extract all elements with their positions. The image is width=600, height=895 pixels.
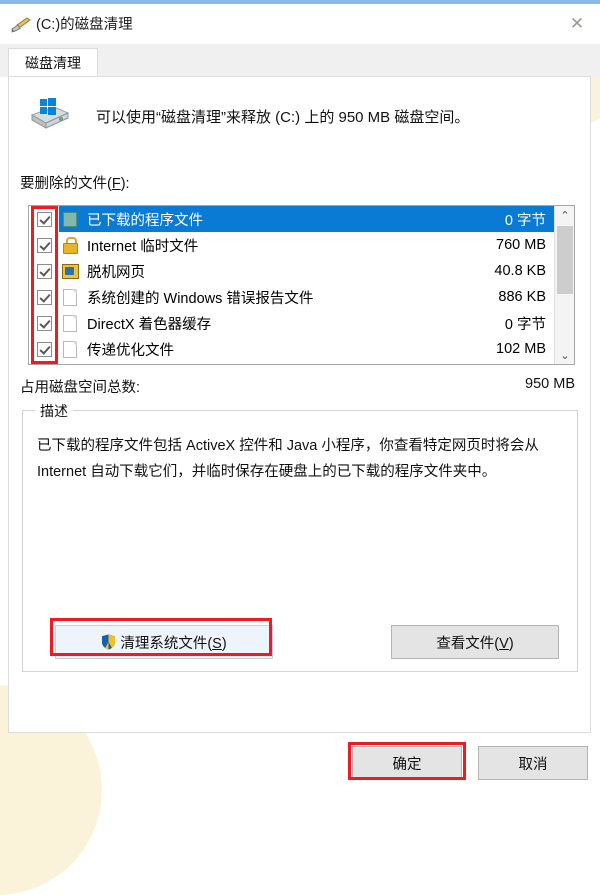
- list-item-name: 已下载的程序文件: [87, 212, 203, 229]
- clean-system-files-label: 清理系统文件(S): [120, 632, 226, 653]
- list-item-checkbox-cell[interactable]: [29, 341, 59, 357]
- list-item-body[interactable]: DirectX 着色器缓存 0 字节: [59, 310, 554, 336]
- list-item-checkbox[interactable]: [36, 315, 52, 331]
- list-item-body[interactable]: 传递优化文件 102 MB: [59, 336, 554, 362]
- files-label-suffix: ):: [120, 176, 130, 192]
- list-item-checkbox-cell[interactable]: [29, 211, 59, 227]
- tab-strip: 磁盘清理: [0, 44, 600, 78]
- view-files-button[interactable]: 查看文件(V): [391, 625, 559, 659]
- list-item-size: 102 MB: [496, 341, 546, 357]
- list-item-checkbox-cell[interactable]: [29, 289, 59, 305]
- list-item-checkbox[interactable]: [36, 237, 52, 253]
- scroll-up-icon[interactable]: ⌃: [555, 206, 574, 224]
- total-space-label: 占用磁盘空间总数:: [20, 380, 141, 396]
- clean-system-files-suffix: ): [221, 635, 227, 652]
- close-icon: ✕: [569, 13, 585, 34]
- program-file-icon: [59, 210, 81, 228]
- page-icon: [59, 288, 81, 306]
- scroll-down-icon[interactable]: ⌄: [555, 346, 574, 364]
- list-item-checkbox[interactable]: [36, 341, 52, 357]
- list-item-name: 系统创建的 Windows 错误报告文件: [87, 290, 314, 307]
- file-list: 已下载的程序文件 0 字节 Internet 临时文件 760 MB 脱机网页 …: [29, 206, 554, 364]
- list-item-size: 40.8 KB: [494, 263, 546, 279]
- offline-pages-icon: [59, 262, 81, 280]
- view-files-accelerator: V: [499, 635, 509, 652]
- list-item-name: 脱机网页: [87, 264, 145, 281]
- files-label-accelerator: F: [111, 176, 121, 192]
- description-group: 描述 已下载的程序文件包括 ActiveX 控件和 Java 小程序，你查看特定…: [22, 401, 578, 672]
- close-button[interactable]: ✕: [554, 4, 600, 44]
- description-legend: 描述: [35, 401, 73, 421]
- list-item[interactable]: 系统创建的 Windows 错误报告文件 886 KB: [29, 284, 554, 310]
- list-item-size: 760 MB: [496, 237, 546, 253]
- list-scrollbar[interactable]: ⌃ ⌄: [554, 206, 574, 364]
- description-text: 已下载的程序文件包括 ActiveX 控件和 Java 小程序，你查看特定网页时…: [37, 438, 539, 480]
- disk-cleanup-window: (C:)的磁盘清理 ✕ 磁盘清理 可以使用“磁盘清理”来释放 (C:) 上的 9…: [0, 0, 600, 780]
- cancel-button[interactable]: 取消: [478, 746, 588, 780]
- list-item-name: 传递优化文件: [87, 342, 174, 359]
- list-item-checkbox[interactable]: [36, 263, 52, 279]
- ok-button[interactable]: 确定: [352, 746, 462, 780]
- lock-icon: [59, 236, 81, 254]
- list-item-name: Internet 临时文件: [87, 238, 199, 255]
- clean-system-files-button[interactable]: 清理系统文件(S): [55, 625, 273, 659]
- list-item-name: DirectX 着色器缓存: [87, 316, 212, 333]
- list-item[interactable]: 已下载的程序文件 0 字节: [29, 206, 554, 232]
- list-item-body[interactable]: 已下载的程序文件 0 字节: [59, 206, 554, 232]
- list-item-body[interactable]: 脱机网页 40.8 KB: [59, 258, 554, 284]
- list-item-checkbox[interactable]: [36, 289, 52, 305]
- page-icon: [59, 340, 81, 358]
- view-files-label: 查看文件(V): [436, 632, 513, 653]
- list-item[interactable]: Internet 临时文件 760 MB: [29, 232, 554, 258]
- view-files-suffix: ): [508, 635, 514, 652]
- header-message: 可以使用“磁盘清理”来释放 (C:) 上的 950 MB 磁盘空间。: [96, 109, 470, 126]
- list-item[interactable]: 脱机网页 40.8 KB: [29, 258, 554, 284]
- list-item[interactable]: 传递优化文件 102 MB: [29, 336, 554, 362]
- total-space-value: 950 MB: [525, 376, 575, 392]
- list-item[interactable]: DirectX 着色器缓存 0 字节: [29, 310, 554, 336]
- view-files-prefix: 查看文件(: [436, 635, 500, 652]
- title-bar: (C:)的磁盘清理 ✕: [0, 4, 600, 44]
- disk-drive-icon: [28, 97, 72, 133]
- list-item-checkbox-cell[interactable]: [29, 315, 59, 331]
- list-item-size: 0 字节: [504, 316, 546, 333]
- list-item-checkbox-cell[interactable]: [29, 263, 59, 279]
- files-to-delete-label: 要删除的文件(F):: [20, 172, 130, 193]
- scrollbar-thumb[interactable]: [557, 226, 573, 294]
- clean-system-files-prefix: 清理系统文件(: [120, 635, 213, 652]
- files-label-prefix: 要删除的文件(: [20, 176, 112, 192]
- page-icon: [59, 314, 81, 332]
- list-item-checkbox[interactable]: [36, 211, 52, 227]
- list-item-body[interactable]: 系统创建的 Windows 错误报告文件 886 KB: [59, 284, 554, 310]
- window-title: (C:)的磁盘清理: [36, 17, 133, 33]
- list-item-size: 886 KB: [498, 289, 546, 305]
- uac-shield-icon: [101, 634, 116, 650]
- list-item-checkbox-cell[interactable]: [29, 237, 59, 253]
- list-item-size: 0 字节: [504, 212, 546, 229]
- list-item-body[interactable]: Internet 临时文件 760 MB: [59, 232, 554, 258]
- clean-system-files-accelerator: S: [212, 635, 222, 652]
- tab-disk-cleanup[interactable]: 磁盘清理: [8, 48, 98, 78]
- broom-icon: [10, 15, 32, 35]
- file-list-box[interactable]: 已下载的程序文件 0 字节 Internet 临时文件 760 MB 脱机网页 …: [28, 205, 575, 365]
